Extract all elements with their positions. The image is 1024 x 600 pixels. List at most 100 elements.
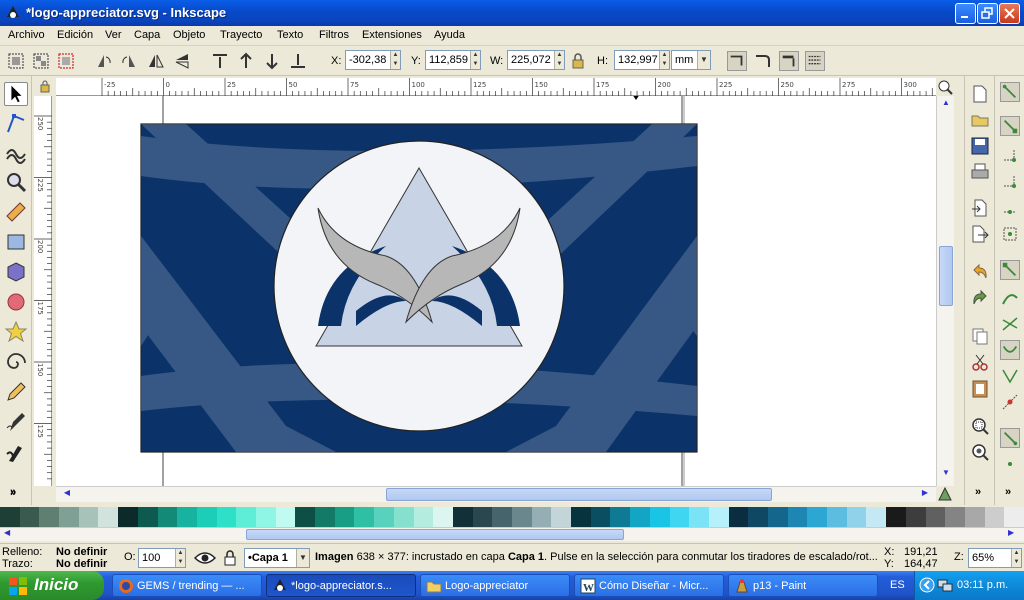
snap-intersections-icon[interactable] [1000,314,1020,334]
measure-tool-icon[interactable] [4,200,28,224]
vertical-scrollbar[interactable]: ▲ ▼ [936,96,954,486]
raise-icon[interactable] [236,51,256,71]
unit-select[interactable]: mm ▼ [671,50,711,70]
pen-tool-icon[interactable] [4,410,28,434]
star-tool-icon[interactable] [4,320,28,344]
palette-swatch[interactable] [846,507,867,527]
palette-swatch[interactable] [984,507,1005,527]
palette-swatch[interactable] [925,507,946,527]
palette-swatch[interactable] [610,507,631,527]
zoom-drawing-icon[interactable] [970,442,990,462]
menu-ayuda[interactable]: Ayuda [434,29,465,41]
paste-icon[interactable] [970,378,990,398]
layer-lock-icon[interactable] [222,549,238,567]
more-snap-icon[interactable]: » [1005,486,1011,498]
snap-midpoints-icon[interactable] [1000,198,1020,218]
vertical-scroll-thumb[interactable] [939,246,953,306]
snap-bbox-icon[interactable] [1000,116,1020,136]
scroll-left-icon[interactable]: ◀ [60,488,74,502]
palette-swatch[interactable] [275,507,296,527]
task-paint[interactable]: p13 - Paint [728,574,878,597]
opacity-field[interactable]: 100 ▲ ▼ [138,548,186,568]
palette-swatch[interactable] [354,507,375,527]
y-spinner[interactable]: ▲ ▼ [470,51,480,69]
palette-swatch[interactable] [295,507,316,527]
horizontal-scrollbar[interactable]: ◀ ▶ [56,486,936,502]
palette-swatch[interactable] [827,507,848,527]
zoom-tool-icon[interactable] [4,170,28,194]
palette-swatch[interactable] [571,507,592,527]
palette-swatch[interactable] [98,507,119,527]
3d-box-tool-icon[interactable] [4,260,28,284]
language-indicator[interactable]: ES [890,579,905,591]
w-field[interactable]: 225,072 ▲ ▼ [507,50,565,70]
task-inkscape[interactable]: *logo-appreciator.s... [266,574,416,597]
more-tools-chevron-icon[interactable]: » [10,487,16,499]
palette-swatch[interactable] [531,507,552,527]
scroll-up-icon[interactable]: ▲ [939,98,953,112]
close-button[interactable] [999,3,1020,24]
fill-value[interactable]: No definir [56,546,107,558]
lock-icon[interactable] [568,51,588,71]
zoom-field[interactable]: 65% ▲ ▼ [968,548,1022,568]
task-folder[interactable]: Logo-appreciator [420,574,570,597]
menu-extensiones[interactable]: Extensiones [362,29,422,41]
node-tool-icon[interactable] [4,112,28,136]
zoom-selection-icon[interactable] [970,416,990,436]
palette-swatch[interactable] [374,507,395,527]
x-spinner[interactable]: ▲ ▼ [390,51,400,69]
tweak-tool-icon[interactable] [4,140,28,164]
palette-swatch[interactable] [177,507,198,527]
raise-to-top-icon[interactable] [210,51,230,71]
menu-filtros[interactable]: Filtros [319,29,349,41]
snap-bbox-edges-icon[interactable] [1000,146,1020,166]
palette-scroll-right-icon[interactable]: ▶ [1008,528,1014,537]
h-spinner[interactable]: ▲ ▼ [659,51,669,69]
select-all-icon[interactable] [6,51,26,71]
palette-swatch[interactable] [315,507,336,527]
tray-arrow-icon[interactable] [919,577,935,593]
transform-patterns-icon[interactable] [805,51,825,71]
palette-swatch[interactable] [807,507,828,527]
restore-button[interactable] [977,3,998,24]
palette-swatch[interactable] [157,507,178,527]
scroll-right-icon[interactable]: ▶ [918,488,932,502]
zoom-spinner[interactable]: ▲ ▼ [1011,549,1021,567]
zoom-corner-button[interactable] [936,78,954,96]
opacity-spinner[interactable]: ▲ ▼ [175,549,185,567]
palette-swatch[interactable] [393,507,415,527]
selector-tool-icon[interactable] [4,82,28,106]
minimize-button[interactable] [955,3,976,24]
menu-edicion[interactable]: Edición [57,29,93,41]
x-field[interactable]: -302,38 ▲ ▼ [345,50,401,70]
palette-swatch[interactable] [512,507,533,527]
palette-swatch[interactable] [236,507,257,527]
palette-scrollbar[interactable]: ◀ ▶ [0,527,1024,541]
h-field[interactable]: 132,997 ▲ ▼ [614,50,670,70]
rotate-cw-icon[interactable] [119,51,139,71]
transform-gradients-icon[interactable] [779,51,799,71]
y-field[interactable]: 112,859 ▲ ▼ [425,50,481,70]
palette-swatch[interactable] [886,507,907,527]
rectangle-tool-icon[interactable] [4,230,28,254]
select-all-layers-icon[interactable] [31,51,51,71]
layer-select[interactable]: •Capa 1 ▼ [244,548,310,568]
palette-swatch[interactable] [728,507,749,527]
palette-swatch[interactable] [945,507,966,527]
new-document-icon[interactable] [970,84,990,104]
menu-archivo[interactable]: Archivo [8,29,45,41]
palette-swatch[interactable] [748,507,769,527]
layer-chevron-down-icon[interactable]: ▼ [296,549,309,567]
open-folder-icon[interactable] [970,110,990,130]
task-word[interactable]: W Cómo Diseñar - Micr... [574,574,724,597]
ellipse-tool-icon[interactable] [4,290,28,314]
w-spinner[interactable]: ▲ ▼ [554,51,564,69]
palette-swatch[interactable] [39,507,60,527]
export-icon[interactable] [970,224,990,244]
start-button[interactable]: Inicio [0,571,104,600]
more-commands-icon[interactable]: » [975,486,981,498]
scroll-down-icon[interactable]: ▼ [939,468,953,482]
redo-icon[interactable] [970,288,990,308]
palette-swatch[interactable] [689,507,710,527]
palette-swatch[interactable] [413,507,434,527]
